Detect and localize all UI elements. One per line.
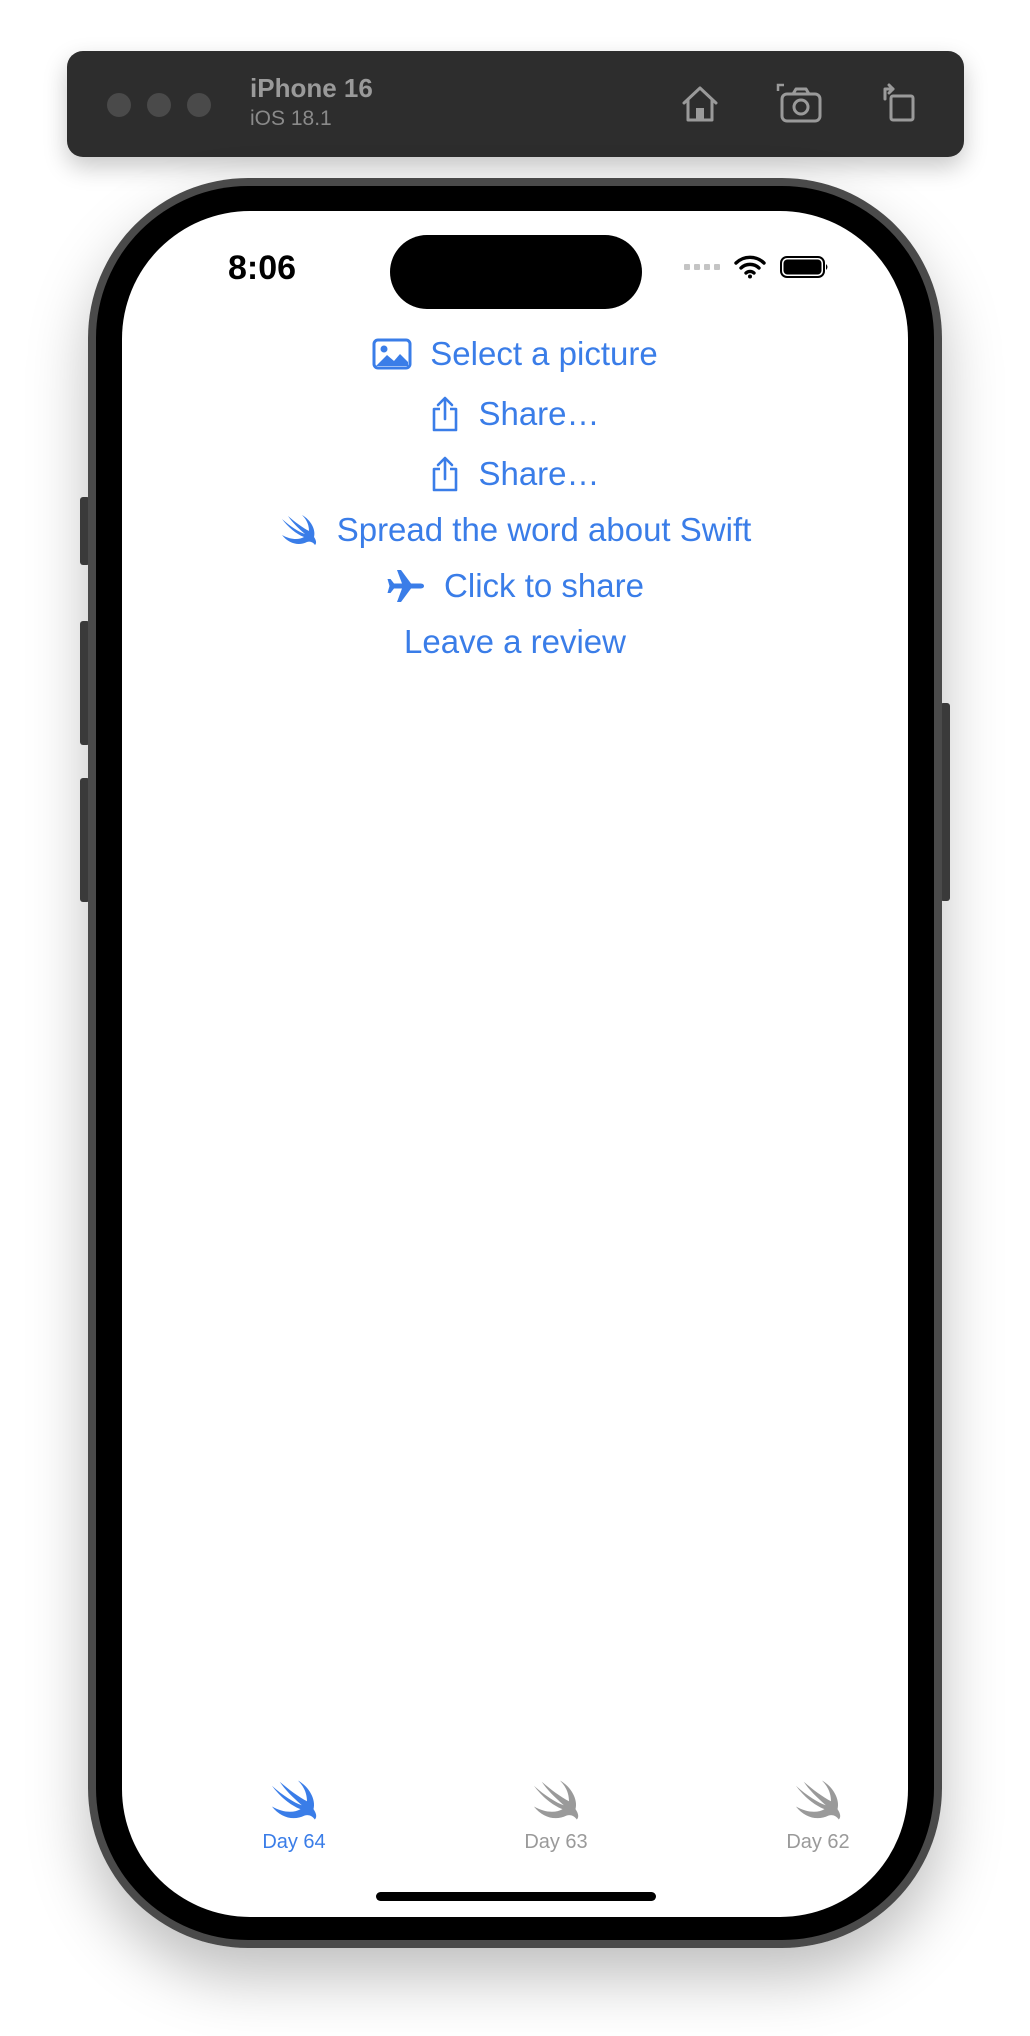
swift-icon — [476, 1767, 636, 1823]
phone-screen: 8:06 Select a picture Share… Share… Spre… — [122, 211, 908, 1917]
click-to-share-label: Click to share — [444, 567, 644, 604]
tab-label: Day 64 — [262, 1831, 326, 1853]
status-time: 8:06 — [228, 249, 297, 287]
screenshot-icon[interactable] — [776, 79, 826, 129]
swift-icon — [738, 1767, 898, 1823]
tab-day-63[interactable]: Day 63 — [476, 1767, 636, 1854]
leave-review-button[interactable]: Leave a review — [122, 619, 908, 665]
swift-icon — [279, 513, 319, 547]
simulator-toolbar: iPhone 16 iOS 18.1 — [67, 51, 964, 157]
leave-review-label: Leave a review — [404, 623, 626, 660]
dynamic-island — [390, 235, 642, 309]
battery-icon — [780, 255, 830, 279]
select-picture-button[interactable]: Select a picture — [122, 331, 908, 377]
rotate-icon[interactable] — [875, 79, 925, 129]
photo-icon — [372, 338, 412, 370]
home-indicator[interactable] — [376, 1892, 656, 1901]
device-name: iPhone 16 — [250, 73, 373, 103]
share-label: Share… — [478, 455, 600, 492]
share-link-button[interactable]: Share… — [122, 451, 908, 497]
share-icon — [430, 396, 460, 432]
share-link-button[interactable]: Share… — [122, 391, 908, 437]
window-zoom-button[interactable] — [187, 93, 211, 117]
tab-label: Day 63 — [524, 1831, 588, 1853]
tab-label: Day 62 — [786, 1831, 850, 1853]
swift-icon — [214, 1767, 374, 1823]
device-os-version: iOS 18.1 — [250, 107, 332, 130]
spread-word-label: Spread the word about Swift — [336, 511, 752, 548]
home-icon[interactable] — [675, 79, 725, 129]
share-icon — [430, 456, 460, 492]
tab-day-64[interactable]: Day 64 — [214, 1767, 374, 1854]
share-label: Share… — [478, 395, 600, 432]
airplane-icon — [386, 568, 426, 604]
window-minimize-button[interactable] — [147, 93, 171, 117]
window-close-button[interactable] — [107, 93, 131, 117]
select-picture-label: Select a picture — [430, 335, 658, 372]
spread-word-button[interactable]: Spread the word about Swift — [122, 507, 908, 553]
tab-day-62[interactable]: Day 62 — [738, 1767, 898, 1854]
click-to-share-button[interactable]: Click to share — [122, 563, 908, 609]
cellular-icon — [684, 264, 720, 270]
status-icons — [684, 255, 830, 279]
wifi-icon — [734, 255, 766, 279]
